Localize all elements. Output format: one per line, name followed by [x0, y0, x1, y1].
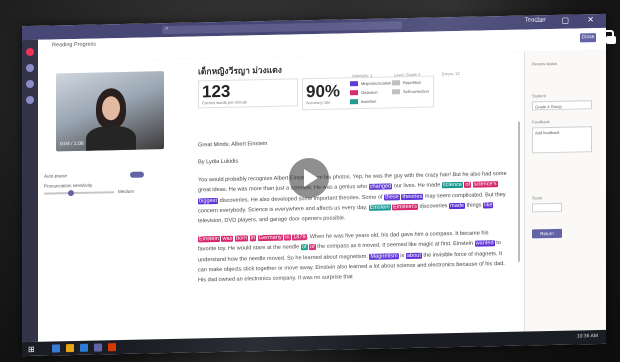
highlighted-word[interactable]: changed — [368, 183, 393, 191]
highlighted-word[interactable]: of — [309, 244, 316, 251]
highlighted-word[interactable]: Einstein — [368, 204, 391, 211]
student-select[interactable]: Grade 4 Group — [532, 100, 592, 111]
student-label: Student — [532, 93, 546, 99]
legend-swatch — [350, 99, 358, 105]
highlighted-word[interactable]: about — [405, 252, 422, 259]
pip-inner — [606, 36, 616, 44]
highlighted-word[interactable]: these — [384, 193, 400, 201]
accuracy-label: Accuracy rate — [306, 99, 331, 106]
feedback-input[interactable]: Add feedback — [532, 126, 592, 154]
picture-in-picture-icon[interactable] — [598, 30, 616, 46]
reading-passage: Great Minds: Albert Einstein By Lydia Lu… — [198, 134, 508, 293]
right-pane — [524, 49, 606, 332]
teams-taskbar-icon[interactable] — [94, 343, 102, 352]
level-meta: Level: Grade 4 — [394, 71, 421, 78]
highlighted-word[interactable]: theories — [401, 193, 424, 200]
powerpoint-icon[interactable] — [108, 343, 116, 352]
errors-meta: Errors: 12 — [442, 70, 460, 77]
auto-pause-label: Auto-pause — [44, 173, 68, 179]
word-icon[interactable] — [80, 343, 88, 352]
passage-text: discoveries — [417, 203, 450, 210]
video-time: 0:04 / 1:06 — [60, 140, 84, 148]
legend-insertion[interactable]: Insertion — [350, 99, 376, 105]
highlighted-word[interactable]: wanted — [474, 240, 495, 247]
legend-mispronunciation[interactable]: Mispronunciation — [350, 80, 391, 87]
pronunciation-label: Pronunciation sensitivity — [44, 182, 93, 189]
highlighted-word[interactable]: Einstein — [198, 235, 220, 243]
highlighted-word[interactable]: biggest — [198, 197, 219, 205]
passage-text: television, DVD players, and garage door… — [198, 215, 346, 225]
highlighted-word[interactable]: Magnetism — [369, 252, 399, 260]
legend-omission[interactable]: Omission — [350, 90, 378, 96]
review-status-label: Review status — [532, 60, 557, 67]
breadcrumb: Reading Progress — [52, 41, 97, 49]
windows-start-icon[interactable]: ⊞ — [28, 345, 35, 354]
highlighted-word[interactable]: born — [234, 235, 249, 242]
passage-text: is — [398, 252, 406, 259]
legend-repetition[interactable]: Repetition — [392, 80, 421, 86]
highlighted-word[interactable]: in — [284, 234, 291, 241]
passage-text: things — [465, 202, 484, 209]
taskbar-clock: 10:36 AM — [576, 333, 598, 340]
student-name: เด็กหญิงวีรญา ม่วงแดง — [198, 64, 282, 77]
highlighted-word[interactable]: science — [441, 182, 463, 189]
legend-swatch — [392, 89, 400, 95]
highlighted-word[interactable]: science's — [472, 181, 498, 188]
window-buttons[interactable]: — ▢ ✕ — [535, 15, 602, 25]
highlighted-word[interactable]: made — [449, 202, 466, 210]
highlighted-word[interactable]: Germany — [257, 234, 283, 242]
app-rail — [22, 39, 38, 343]
feedback-label: Feedback — [532, 119, 550, 125]
close-button[interactable]: Close — [580, 33, 596, 43]
search-icon: ⌕ — [165, 25, 169, 33]
words-per-minute-label: Correct words per minute — [202, 99, 247, 106]
highlighted-word[interactable]: was — [221, 235, 234, 242]
student-video[interactable]: 0:04 / 1:06 — [56, 71, 164, 152]
legend-self-correction[interactable]: Self-correction — [392, 89, 429, 95]
legend-swatch — [350, 81, 358, 87]
score-label: Score — [532, 195, 543, 201]
student-body — [86, 125, 136, 152]
passage-paragraph-2: Einstein was born in Germany in 1879. Wh… — [198, 228, 508, 287]
play-icon[interactable] — [289, 158, 329, 198]
teams-icon[interactable] — [26, 79, 34, 89]
passage-text: our lives. He made — [392, 182, 442, 190]
attempts-meta: Attempts: 1 — [352, 72, 373, 79]
highlighted-word[interactable]: like — [483, 202, 494, 209]
assignments-icon[interactable] — [26, 95, 34, 105]
edge-icon[interactable] — [52, 344, 60, 353]
auto-pause-toggle[interactable] — [130, 171, 144, 178]
legend-swatch — [392, 80, 400, 86]
file-explorer-icon[interactable] — [66, 344, 74, 353]
passage-scrollbar[interactable] — [518, 121, 520, 262]
return-button[interactable]: Return — [532, 228, 562, 239]
passage-text: the compass as it moved. It seemed like … — [315, 240, 475, 251]
legend-swatch — [350, 90, 358, 96]
activity-icon[interactable] — [26, 47, 34, 57]
highlighted-word[interactable]: of — [300, 244, 308, 251]
highlighted-word[interactable]: 1879 — [292, 233, 307, 241]
passage-author: By Lydia Lukidis — [198, 158, 239, 166]
score-input[interactable] — [532, 202, 562, 213]
passage-paragraph-1: You would probably recognize Albert Eins… — [198, 169, 508, 228]
highlighted-word[interactable]: Einstein's — [392, 203, 418, 211]
sensitivity-value: Medium — [118, 188, 135, 195]
chat-icon[interactable] — [26, 63, 34, 73]
